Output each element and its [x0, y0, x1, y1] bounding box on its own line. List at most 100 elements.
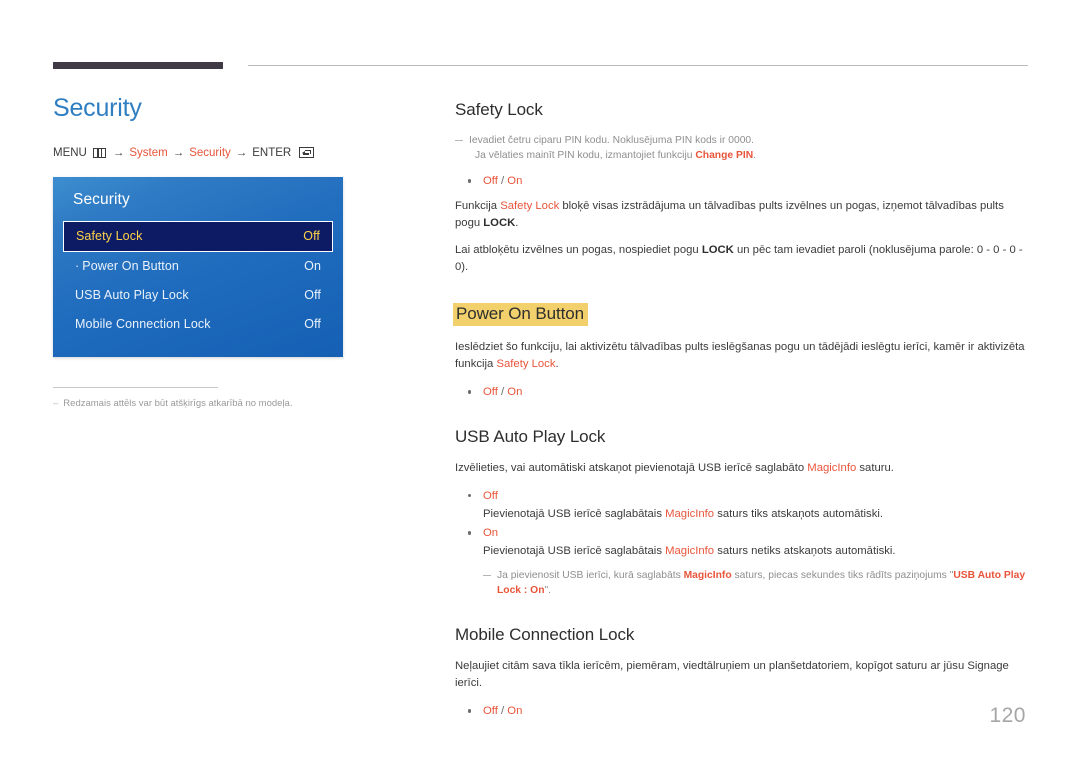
- usb-note-post: ".: [544, 585, 552, 597]
- usb-p1-pre: Izvēlieties, vai automātiski atskaņot pi…: [455, 462, 808, 474]
- section-mobile-connection-lock: Mobile Connection Lock Neļaujiet citām s…: [455, 625, 1030, 720]
- option-separator: /: [497, 704, 508, 717]
- option-item-off-on: Off / On: [455, 383, 1030, 401]
- magicinfo-ref: MagicInfo: [807, 462, 857, 474]
- osd-row-label: Mobile Connection Lock: [75, 317, 211, 331]
- option-item-off-on: Off / On: [455, 702, 1030, 720]
- usb-p1-post: saturu.: [856, 462, 894, 474]
- right-column: Safety Lock Ievadiet četru ciparu PIN ko…: [453, 100, 1030, 746]
- option-off: Off: [483, 174, 498, 187]
- breadcrumb-item-system: System: [129, 146, 168, 159]
- option-off: Off: [483, 489, 498, 502]
- breadcrumb-enter-label: ENTER: [252, 146, 292, 159]
- osd-row-value: Off: [304, 317, 321, 331]
- breadcrumb: MENU → System → Security → ENTER: [53, 147, 413, 159]
- osd-row-label: Safety Lock: [76, 229, 143, 243]
- osd-row-value: Off: [303, 229, 320, 243]
- breadcrumb-item-security: Security: [189, 146, 231, 159]
- menu-grid-icon: [92, 147, 106, 158]
- figure-caption-dash: –: [53, 397, 59, 409]
- osd-row-usb-auto-play-lock[interactable]: USB Auto Play Lock Off: [63, 281, 333, 310]
- osd-panel-title: Security: [73, 190, 130, 208]
- safety-lock-options: Off / On: [455, 172, 1030, 190]
- magicinfo-ref: MagicInfo: [665, 507, 715, 520]
- note-line-1: Ievadiet četru ciparu PIN kodu. Noklusēj…: [469, 135, 755, 146]
- osd-row-value: On: [304, 259, 321, 273]
- option-off: Off: [483, 704, 498, 717]
- change-pin-link: Change PIN: [695, 150, 754, 162]
- usb-auto-play-lock-paragraph-1: Izvēlieties, vai automātiski atskaņot pi…: [455, 460, 1030, 478]
- mobile-connection-lock-options: Off / On: [455, 702, 1030, 720]
- figure-caption: – Redzamais attēls var būt atšķirīgs atk…: [53, 386, 343, 410]
- note-line-2-pre: Ja vēlaties mainīt PIN kodu, izmantojiet…: [475, 150, 696, 162]
- page-header-rule: [53, 60, 1028, 72]
- breadcrumb-arrow-3: →: [235, 146, 248, 159]
- safety-lock-ref: Safety Lock: [500, 199, 560, 212]
- figure-caption-rule: [53, 386, 218, 388]
- osd-row-safety-lock[interactable]: Safety Lock Off: [63, 220, 333, 252]
- osd-row-mobile-connection-lock[interactable]: Mobile Connection Lock Off: [63, 310, 333, 339]
- p1-pre: Funkcija: [455, 199, 501, 212]
- breadcrumb-arrow-1: →: [112, 146, 125, 159]
- option-separator: /: [497, 174, 508, 187]
- figure-caption-text: Redzamais attēls var būt atšķirīgs atkar…: [63, 397, 293, 409]
- option-on: On: [507, 174, 523, 187]
- power-on-button-options: Off / On: [455, 383, 1030, 401]
- option-item-off: Off Pievienotajā USB ierīcē saglabātais …: [455, 487, 1030, 523]
- power-on-button-paragraph-1: Ieslēdziet šo funkciju, lai aktivizētu t…: [455, 339, 1030, 374]
- option-separator: /: [497, 385, 508, 398]
- safety-lock-pin-note: Ievadiet četru ciparu PIN kodu. Noklusēj…: [455, 133, 1030, 164]
- option-off: Off: [483, 385, 498, 398]
- page-title: Security: [53, 94, 142, 122]
- usb-note-mid: saturs, piecas sekundes tiks rādīts pazi…: [731, 569, 954, 581]
- safety-lock-paragraph-1: Funkcija Safety Lock bloķē visas izstrād…: [455, 198, 1030, 233]
- option-item-on: On Pievienotajā USB ierīcē saglabātais M…: [455, 524, 1030, 560]
- enter-return-icon: [299, 147, 315, 158]
- option-off-description: Pievienotajā USB ierīcē saglabātais Magi…: [483, 505, 1030, 523]
- section-power-on-button: Power On Button Ieslēdziet šo funkciju, …: [453, 302, 1030, 401]
- option-on-description: Pievienotajā USB ierīcē saglabātais Magi…: [483, 542, 1030, 560]
- usb-auto-play-lock-note: Ja pievienosit USB ierīci, kurā saglabāt…: [483, 568, 1030, 599]
- safety-lock-paragraph-2: Lai atbloķētu izvēlnes un pogas, nospied…: [455, 242, 1030, 277]
- pob-p1-post: .: [555, 358, 559, 371]
- osd-row-value: Off: [304, 288, 321, 302]
- osd-row-label-wrap: · Power On Button: [75, 259, 179, 273]
- figure-caption-text-row: – Redzamais attēls var būt atšķirīgs atk…: [53, 397, 343, 410]
- sub-item-dot-icon: ·: [75, 259, 80, 273]
- osd-row-label: Power On Button: [82, 259, 179, 273]
- page-number: 120: [989, 704, 1026, 727]
- section-heading: USB Auto Play Lock: [455, 427, 606, 446]
- option-item-off-on: Off / On: [455, 172, 1030, 190]
- off-desc-post: saturs tiks atskaņots automātiski.: [714, 507, 883, 520]
- osd-row-label: USB Auto Play Lock: [75, 288, 189, 302]
- on-desc-pre: Pievienotajā USB ierīcē saglabātais: [483, 544, 666, 557]
- left-column: Security MENU → System → Security → ENTE…: [53, 94, 413, 410]
- section-heading: Mobile Connection Lock: [455, 624, 635, 644]
- section-usb-auto-play-lock: USB Auto Play Lock Izvēlieties, vai auto…: [455, 427, 1030, 599]
- osd-menu-panel: Security Safety Lock Off · Power On Butto…: [53, 176, 343, 357]
- p2-pre: Lai atbloķētu izvēlnes un pogas, nospied…: [455, 243, 702, 256]
- mobile-connection-lock-paragraph-1: Neļaujiet citām sava tīkla ierīcēm, piem…: [455, 659, 1009, 690]
- breadcrumb-menu-label: MENU: [53, 146, 87, 159]
- option-on: On: [507, 385, 523, 398]
- osd-menu-list: Safety Lock Off · Power On Button On USB …: [53, 220, 343, 339]
- off-desc-pre: Pievienotajā USB ierīcē saglabātais: [483, 507, 666, 520]
- usb-note-pre: Ja pievienosit USB ierīci, kurā saglabāt…: [497, 569, 684, 581]
- osd-row-power-on-button[interactable]: · Power On Button On: [63, 252, 333, 281]
- header-accent-bar: [53, 62, 223, 69]
- on-desc-post: saturs netiks atskaņots automātiski.: [714, 544, 896, 557]
- option-on: On: [483, 526, 499, 539]
- safety-lock-ref-3: Safety Lock: [496, 358, 556, 371]
- section-safety-lock: Safety Lock Ievadiet četru ciparu PIN ko…: [455, 100, 1030, 277]
- breadcrumb-arrow-2: →: [172, 146, 185, 159]
- section-heading-highlighted: Power On Button: [453, 302, 588, 326]
- option-on: On: [507, 704, 523, 717]
- section-heading: Safety Lock: [455, 100, 543, 119]
- magicinfo-ref: MagicInfo: [665, 544, 715, 557]
- header-thin-line: [248, 65, 1028, 66]
- lock-key-ref: LOCK: [483, 217, 516, 230]
- note-line-2-post: .: [753, 150, 757, 162]
- usb-auto-play-lock-options: Off Pievienotajā USB ierīcē saglabātais …: [455, 487, 1030, 560]
- p1-post: .: [515, 217, 519, 230]
- magicinfo-ref: MagicInfo: [683, 569, 732, 581]
